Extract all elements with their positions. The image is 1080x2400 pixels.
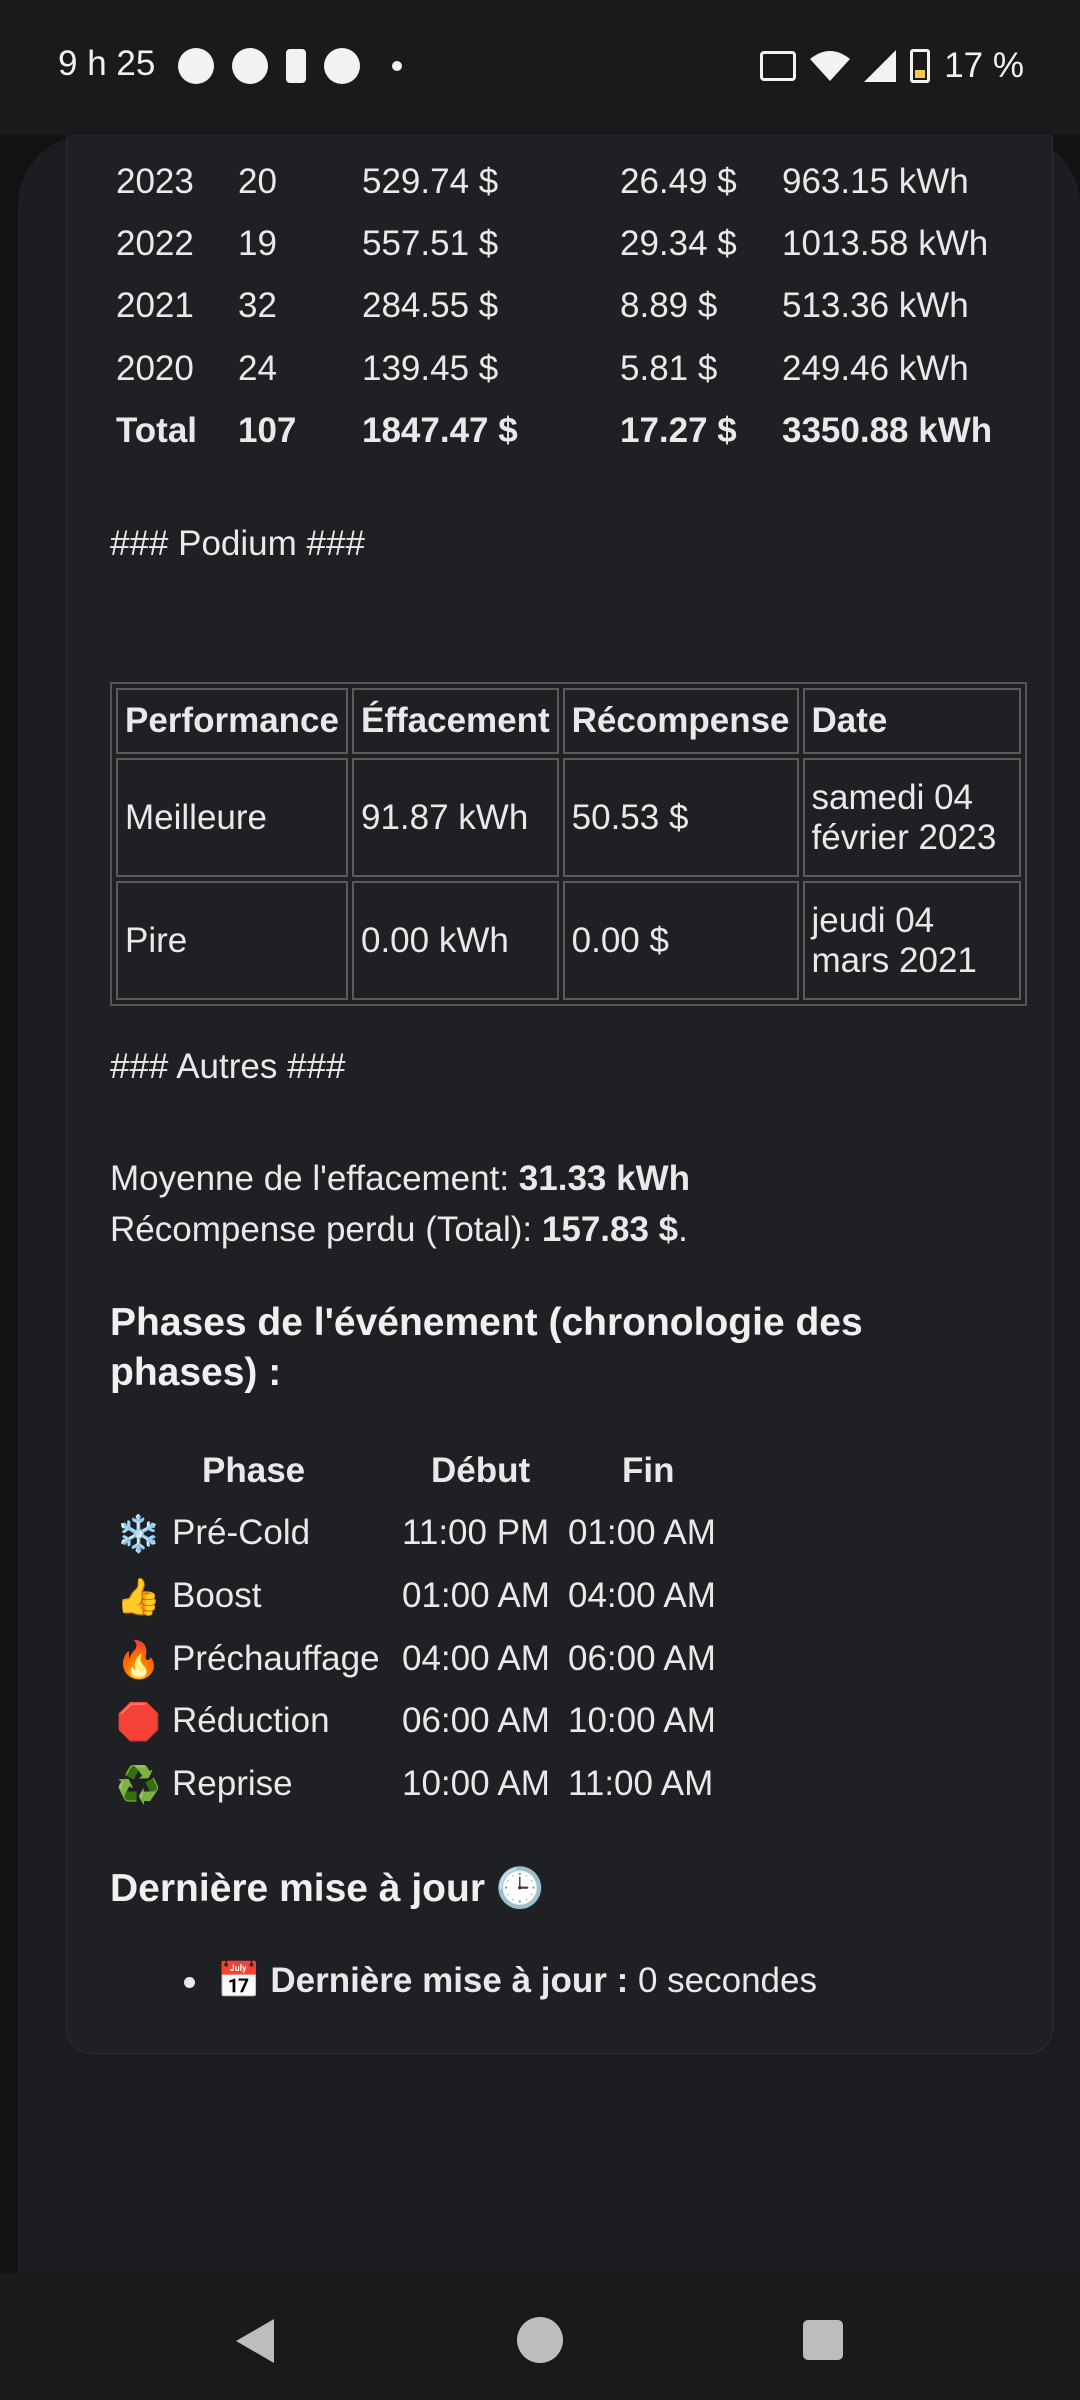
recents-button[interactable] [803,2320,843,2360]
battery-icon [910,49,931,83]
dot-icon [392,61,402,71]
phase-end: 10:00 AM [568,1701,716,1740]
wifi-icon [810,51,851,81]
avg-cell: 26.49 $ [620,162,737,201]
energy-cell: 249.46 kWh [782,349,969,388]
phase-end: 04:00 AM [568,1576,716,1615]
lost-line: Récompense perdu (Total): 157.83 $. [110,1204,690,1255]
phase-name: Pré-Cold [172,1513,311,1552]
avg-cell: 17.27 $ [620,411,737,450]
phase-name: Boost [172,1576,262,1615]
calendar-icon: 📅 [217,1961,261,2000]
system-icons: 17 % [760,46,1024,86]
count-cell: 24 [238,349,277,388]
snowflake-icon: ❄️ [116,1513,161,1554]
year-cell: 2021 [116,286,194,325]
energy-cell: 3350.88 kWh [782,411,993,450]
phase-end: 11:00 AM [568,1764,714,1803]
signal-icon [864,50,897,82]
podium-table: Performance Éffacement Récompense Date M… [110,682,1027,1006]
header-phase: Phase [202,1451,306,1490]
reward-cell: 139.45 $ [362,349,499,388]
reward-cell: 557.51 $ [362,224,499,263]
phase-start: 01:00 AM [402,1576,550,1615]
recompense-cell: 0.00 $ [562,881,799,1000]
year-cell: 2022 [116,224,194,263]
performance-cell: Meilleure [116,758,348,877]
fire-icon: 🔥 [116,1639,161,1680]
phase-start: 11:00 PM [402,1513,550,1552]
battery-saver-icon [286,49,306,83]
phase-start: 10:00 AM [402,1764,550,1803]
avg-cell: 29.34 $ [620,224,737,263]
last-update-label: Dernière mise à jour : [270,1961,629,2000]
count-cell: 20 [238,162,277,201]
phase-end: 01:00 AM [568,1513,716,1552]
table-row: Pire 0.00 kWh 0.00 $ jeudi 04 mars 2021 [116,881,1021,1000]
last-update-title: Dernière mise à jour 🕒 [110,1867,545,1910]
phase-name: Réduction [172,1701,330,1740]
phase-name: Reprise [172,1764,293,1803]
energy-cell: 513.36 kWh [782,286,969,325]
date-cell: samedi 04 février 2023 [802,758,1021,877]
header-date: Date [802,688,1021,754]
count-cell: 32 [238,286,277,325]
energy-cell: 1013.58 kWh [782,224,989,263]
year-cell: 2020 [116,349,194,388]
phase-start: 06:00 AM [402,1701,550,1740]
phases-title: Phases de l'événement (chronologie des p… [110,1301,863,1394]
header-performance: Performance [116,688,348,754]
navigation-bar [0,2273,1080,2400]
avg-cell: 8.89 $ [620,286,718,325]
phase-name: Préchauffage [172,1639,380,1678]
year-cell: 2023 [116,162,194,201]
status-time: 9 h 25 [58,44,156,83]
podium-header-row: Performance Éffacement Récompense Date [116,688,1021,754]
home-button[interactable] [517,2317,563,2363]
lost-suffix: . [678,1210,688,1249]
recycle-icon: ♻️ [116,1764,161,1805]
thumbs-up-icon: 👍 [116,1576,161,1617]
energy-cell: 963.15 kWh [782,162,969,201]
cookie-icon [232,48,268,84]
header-fin: Fin [622,1451,675,1490]
status-bar: 9 h 25 17 % [0,0,1080,135]
podium-heading: ### Podium ### [110,524,365,563]
recompense-cell: 50.53 $ [562,758,799,877]
last-update-item: 📅 Dernière mise à jour : 0 secondes [184,1960,817,2001]
header-recompense: Récompense [562,688,799,754]
last-update-value: 0 secondes [628,1961,817,2000]
performance-cell: Pire [116,881,348,1000]
date-cell: jeudi 04 mars 2021 [802,881,1021,1000]
header-debut: Début [431,1451,531,1490]
table-row: Meilleure 91.87 kWh 50.53 $ samedi 04 fé… [116,758,1021,877]
avg-cell: 5.81 $ [620,349,718,388]
header-effacement: Éffacement [351,688,559,754]
lost-label: Récompense perdu (Total): [110,1210,542,1249]
phase-end: 06:00 AM [568,1639,716,1678]
effacement-cell: 0.00 kWh [351,881,559,1000]
stats-paragraph: Moyenne de l'effacement: 31.33 kWh Récom… [110,1153,690,1255]
vibrate-icon [760,51,797,81]
reward-cell: 529.74 $ [362,162,499,201]
count-cell: 107 [238,411,297,450]
reward-cell: 284.55 $ [362,286,499,325]
reward-cell: 1847.47 $ [362,411,518,450]
count-cell: 19 [238,224,277,263]
year-cell: Total [116,411,198,450]
average-value: 31.33 kWh [518,1159,690,1198]
incognito-icon [324,48,360,84]
messenger-icon [178,48,214,84]
effacement-cell: 91.87 kWh [351,758,559,877]
stop-sign-icon: 🛑 [116,1701,161,1742]
lost-value: 157.83 $ [541,1210,679,1249]
battery-percent: 17 % [944,46,1024,85]
autres-heading: ### Autres ### [110,1047,346,1086]
back-button[interactable] [236,2319,274,2363]
phase-start: 04:00 AM [402,1639,550,1678]
average-label: Moyenne de l'effacement: [110,1159,519,1198]
bullet-dot [184,1977,195,1989]
average-line: Moyenne de l'effacement: 31.33 kWh [110,1153,690,1204]
notification-icons [178,48,402,84]
